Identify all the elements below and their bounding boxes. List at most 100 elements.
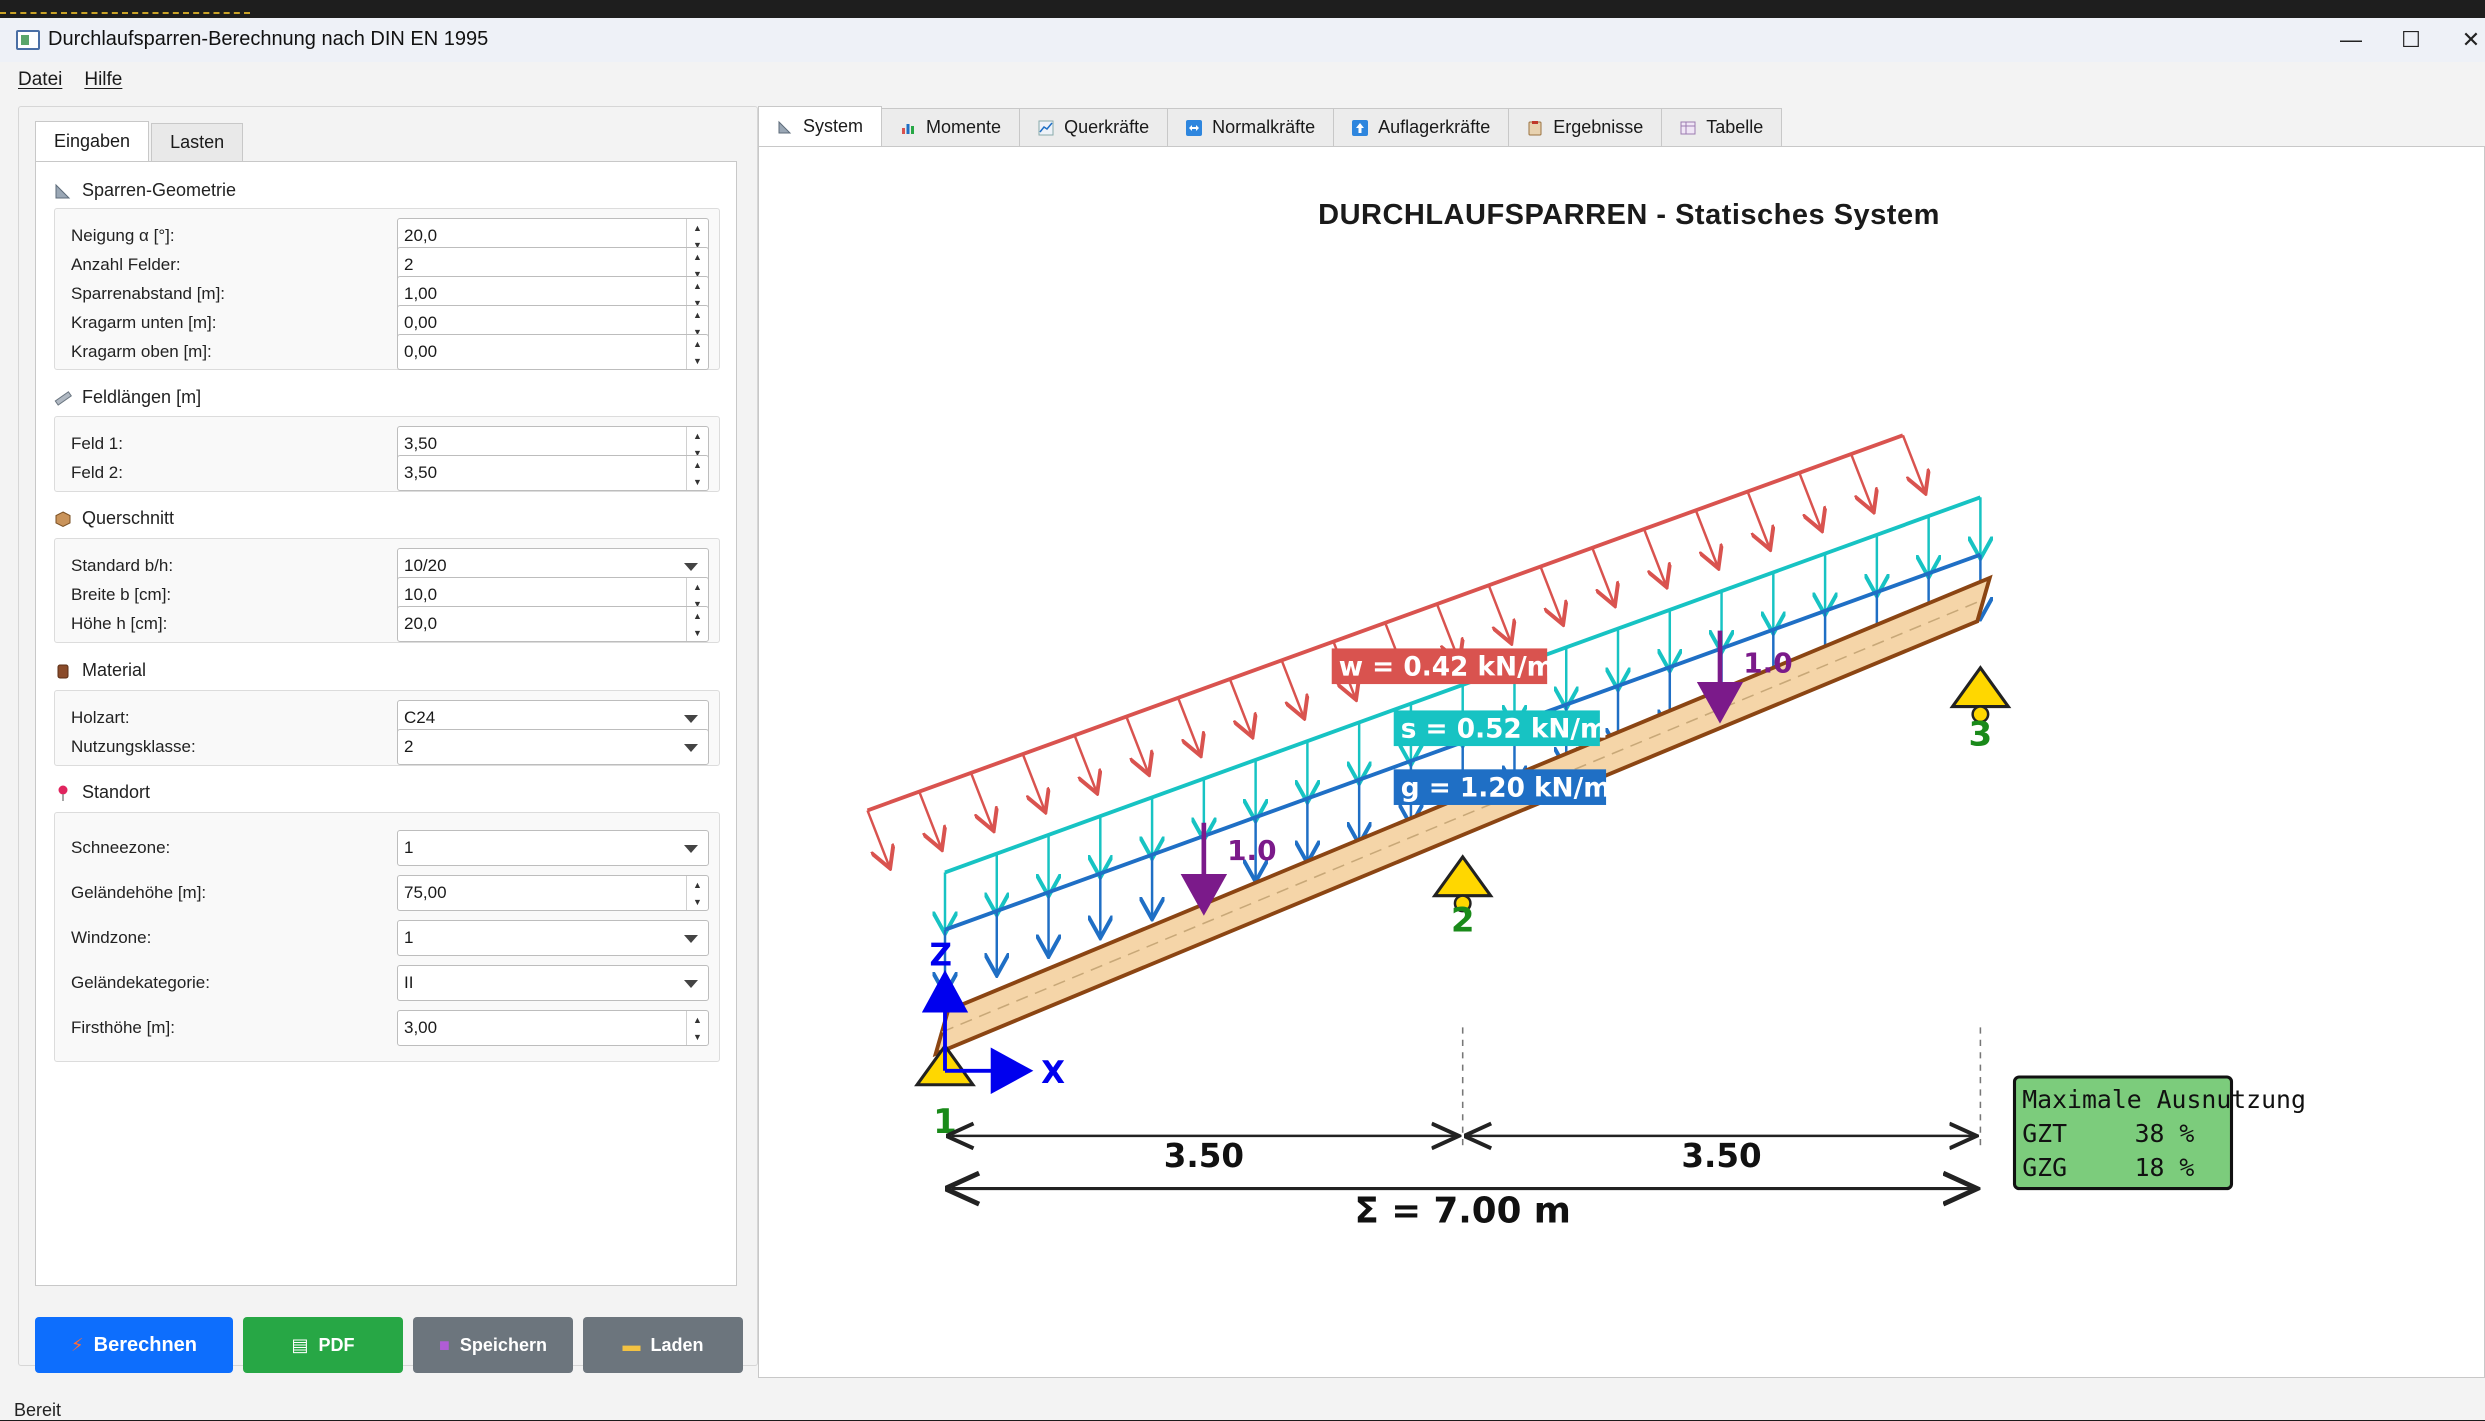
tab-eingaben[interactable]: Eingaben [35, 121, 150, 161]
load-arrow [1487, 584, 1511, 641]
tab-system[interactable]: System [758, 106, 883, 146]
load-arrow [1228, 678, 1252, 735]
wood-log-icon [57, 664, 69, 678]
row-firsthoehe: Firsthöhe [m]: 3,00 ▲ ▼ [71, 1009, 709, 1047]
windzone-value: 1 [404, 928, 414, 947]
support-triangle [1431, 854, 1494, 898]
feld-1-value: 3,50 [404, 434, 438, 453]
load-arrow [866, 809, 890, 866]
spin-arrows[interactable]: ▲ ▼ [686, 607, 708, 641]
minimize-icon[interactable]: — [2326, 24, 2376, 56]
chevron-down-icon [684, 563, 698, 571]
tab-label: System [803, 116, 864, 136]
menu-hilfe[interactable]: Hilfe [84, 69, 122, 91]
schneezone-select[interactable]: 1 [397, 830, 709, 866]
tab-momente[interactable]: Momente [881, 108, 1021, 146]
tab-querkraefte[interactable]: Querkräfte [1019, 108, 1169, 146]
calculate-button[interactable]: ⚡ Berechnen [35, 1317, 233, 1373]
tab-auflagerkraefte[interactable]: Auflagerkräfte [1333, 108, 1510, 146]
load-arrow [1073, 734, 1097, 791]
chevron-down-icon [684, 744, 698, 752]
gelaendehoehe-spinbox[interactable]: 75,00 ▲ ▼ [397, 875, 709, 911]
load-arrow [1539, 566, 1563, 623]
map-pin-icon [58, 785, 68, 801]
location-group: Schneezone: 1 Geländehöhe [m]: 75,00 ▲ ▼ Win… [54, 812, 720, 1062]
gelaendekategorie-select[interactable]: II [397, 965, 709, 1001]
firsthoehe-value: 3,00 [404, 1018, 438, 1037]
maximize-icon[interactable]: ☐ [2386, 24, 2436, 56]
group-title-location: Standort [54, 782, 150, 803]
label-hoehe: Höhe h [cm]: [71, 614, 168, 633]
spans-group: Feld 1: 3,50 ▲ ▼ Feld 2: 3,50 ▲ ▼ [54, 416, 720, 492]
label-anzahl-felder: Anzahl Felder: [71, 255, 181, 274]
close-icon[interactable]: ✕ [2446, 24, 2485, 56]
load-arrow [918, 791, 941, 848]
gzg-value: 18 % [2135, 1153, 2195, 1182]
holzart-value: C24 [404, 708, 436, 727]
spin-arrows[interactable]: ▲ ▼ [686, 335, 708, 369]
group-title-spans: Feldlängen [m] [54, 387, 201, 408]
load-button[interactable]: ▬ Laden [583, 1317, 743, 1373]
utilization-title: Maximale Ausnutzung [2022, 1085, 2306, 1114]
firsthoehe-spinbox[interactable]: 3,00 ▲ ▼ [397, 1010, 709, 1046]
document-icon: ▤ [291, 1334, 309, 1355]
section-group: Standard b/h: 10/20 Breite b [cm]: 10,0 ▲ ▼ … [54, 538, 720, 643]
utilization-box: Maximale Ausnutzung GZT 38 % GZG 18 % [2012, 1075, 2306, 1191]
support-triangle [1949, 665, 2012, 709]
label-windzone: Windzone: [71, 928, 152, 947]
tab-tabelle[interactable]: Tabelle [1661, 108, 1783, 146]
feld-2-spinbox[interactable]: 3,50 ▲ ▼ [397, 455, 709, 491]
label-gelaendekategorie: Geländekategorie: [71, 973, 210, 992]
spin-arrows[interactable]: ▲ ▼ [686, 1011, 708, 1045]
tab-label: Ergebnisse [1553, 117, 1644, 137]
row-feld-2: Feld 2: 3,50 ▲ ▼ [71, 454, 709, 492]
gzt-value: 38 % [2135, 1119, 2195, 1148]
tab-lasten[interactable]: Lasten [151, 123, 244, 161]
label-neigung: Neigung α [°]: [71, 226, 175, 245]
label-schneezone: Schneezone: [71, 838, 171, 857]
kragarm-oben-value: 0,00 [404, 342, 438, 361]
table-icon [1680, 121, 1696, 134]
group-title-material: Material [54, 660, 146, 681]
node-label-3: 3 [1969, 714, 1993, 754]
gelaendekategorie-value: II [404, 973, 414, 992]
span-1-label: 3.50 [1164, 1137, 1244, 1175]
load-arrow [1798, 472, 1821, 529]
spin-arrows[interactable]: ▲ ▼ [686, 456, 708, 490]
label-breite: Breite b [cm]: [71, 585, 172, 604]
tab-normalkraefte[interactable]: Normalkräfte [1167, 108, 1335, 146]
tab-label: Auflagerkräfte [1378, 117, 1491, 137]
snow-load-label: s = 0.52 kN/m [1401, 715, 1608, 745]
windzone-select[interactable]: 1 [397, 920, 709, 956]
label-standard-bh: Standard b/h: [71, 556, 174, 575]
menu-datei[interactable]: Datei [18, 69, 62, 91]
load-arrow [1694, 509, 1718, 566]
label-kragarm-unten: Kragarm unten [m]: [71, 313, 217, 332]
clipboard-icon [1528, 120, 1542, 135]
neigung-value: 20,0 [404, 226, 438, 245]
dimension-lines: 3.50 3.50 Σ = 7.00 m [951, 1027, 1982, 1232]
spin-arrows[interactable]: ▲ ▼ [686, 876, 708, 910]
folder-icon: ▬ [622, 1334, 641, 1355]
chevron-down-icon [684, 845, 698, 853]
kragarm-oben-spinbox[interactable]: 0,00 ▲ ▼ [397, 334, 709, 370]
group-label: Feldlängen [m] [82, 387, 202, 407]
hoehe-spinbox[interactable]: 20,0 ▲ ▼ [397, 606, 709, 642]
load-arrow [1746, 491, 1770, 548]
label-kragarm-oben: Kragarm oben [m]: [71, 342, 212, 361]
pdf-label: PDF [318, 1334, 355, 1355]
total-length-label: Σ = 7.00 m [1354, 1191, 1570, 1232]
box-icon [55, 510, 71, 527]
sparrenabstand-value: 1,00 [404, 284, 438, 303]
save-button[interactable]: ■ Speichern [413, 1317, 573, 1373]
window-title: Durchlaufsparren-Berechnung nach DIN EN … [48, 28, 489, 50]
row-schneezone: Schneezone: 1 [71, 829, 709, 867]
nutzungsklasse-select[interactable]: 2 [397, 729, 709, 765]
input-form: Sparren-Geometrie Neigung α [°]: 20,0 ▲ ▼ A… [35, 161, 737, 1286]
menu-bar: Datei Hilfe [0, 62, 2485, 98]
tab-ergebnisse[interactable]: Ergebnisse [1508, 108, 1663, 146]
row-gelaendehoehe: Geländehöhe [m]: 75,00 ▲ ▼ [71, 874, 709, 912]
load-arrow [1591, 547, 1614, 604]
pdf-button[interactable]: ▤ PDF [243, 1317, 403, 1373]
node-label-2: 2 [1451, 900, 1475, 940]
